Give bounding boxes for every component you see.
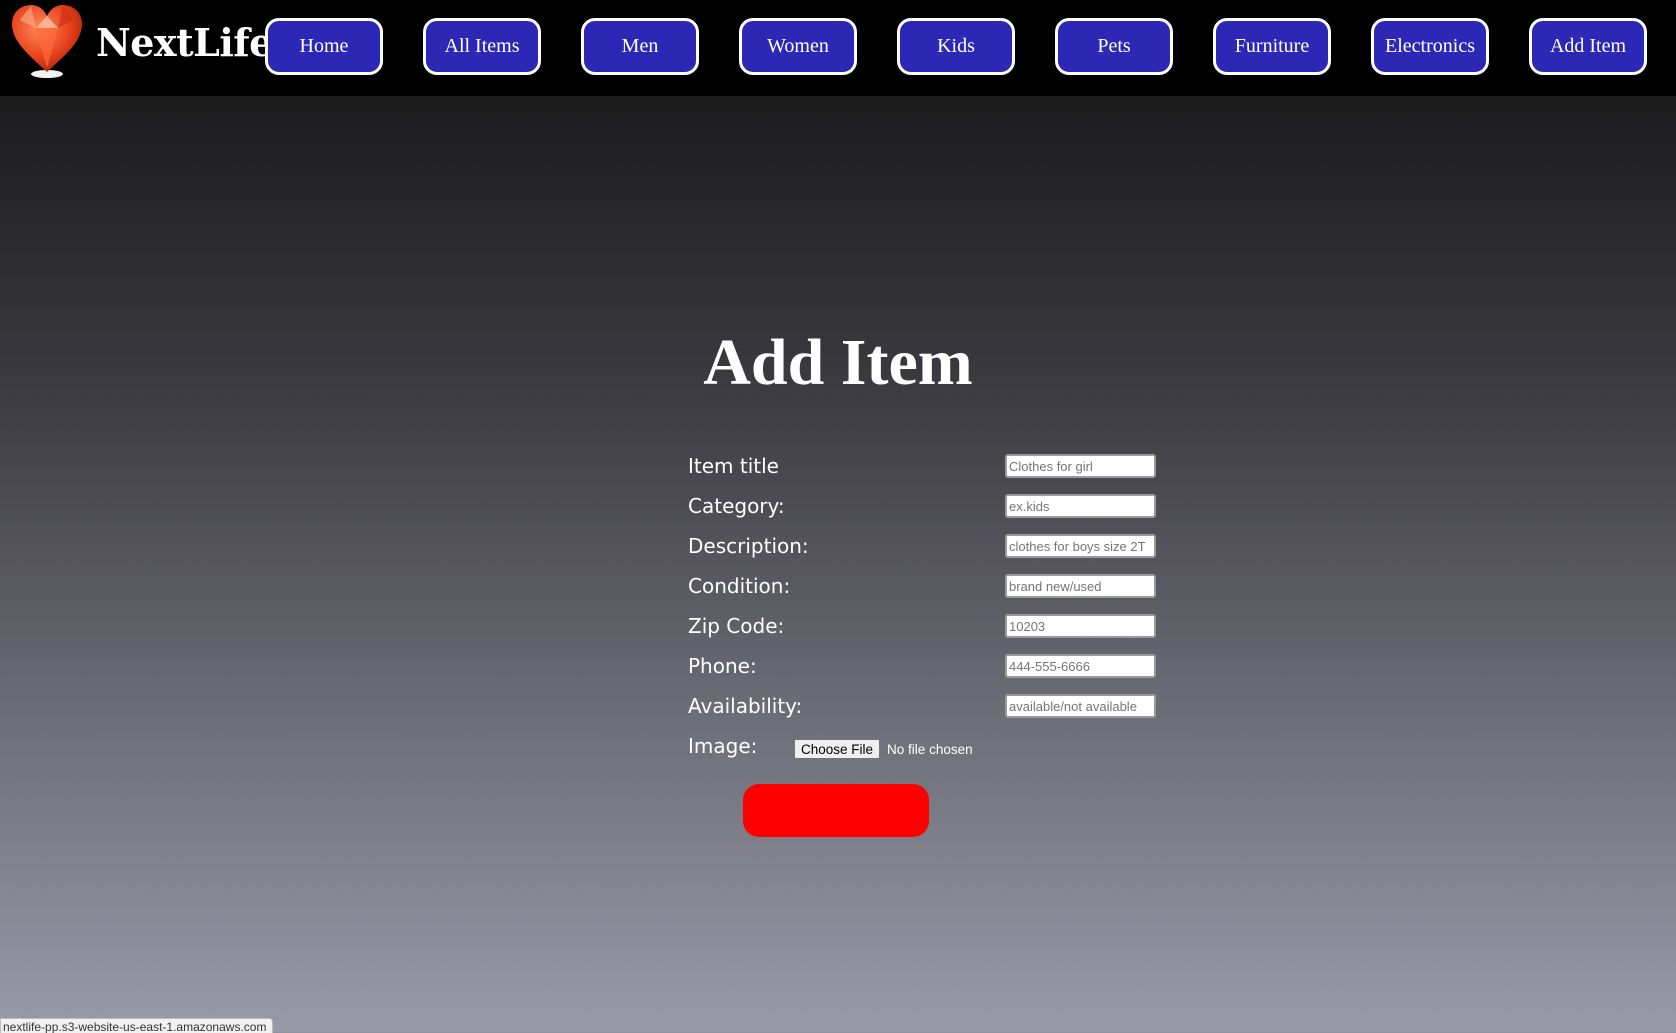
item-title-input[interactable] <box>1005 454 1156 478</box>
nav-add-item-button[interactable]: Add Item <box>1529 18 1647 75</box>
image-label: Image: <box>688 734 758 758</box>
file-status-text: No file chosen <box>887 741 973 757</box>
image-file-picker: Choose File No file chosen <box>794 739 973 759</box>
item-title-label: Item title <box>688 454 779 478</box>
browser-status-url: nextlife-pp.s3-website-us-east-1.amazona… <box>0 1018 274 1033</box>
condition-input[interactable] <box>1005 574 1156 598</box>
nav-home-button[interactable]: Home <box>265 18 383 75</box>
availability-input[interactable] <box>1005 694 1156 718</box>
nav-electronics-button[interactable]: Electronics <box>1371 18 1489 75</box>
nav-kids-button[interactable]: Kids <box>897 18 1015 75</box>
submit-item-button[interactable] <box>743 784 929 837</box>
phone-input[interactable] <box>1005 654 1156 678</box>
category-label: Category: <box>688 494 785 518</box>
brand-name[interactable]: NextLife <box>96 20 273 65</box>
nav-all-items-button[interactable]: All Items <box>423 18 541 75</box>
page-title: Add Item <box>703 326 973 399</box>
phone-label: Phone: <box>688 654 757 678</box>
nav-women-button[interactable]: Women <box>739 18 857 75</box>
availability-label: Availability: <box>688 694 803 718</box>
description-input[interactable] <box>1005 534 1156 558</box>
zip-code-label: Zip Code: <box>688 614 785 638</box>
category-input[interactable] <box>1005 494 1156 518</box>
nav-pets-button[interactable]: Pets <box>1055 18 1173 75</box>
condition-label: Condition: <box>688 574 791 598</box>
nav-furniture-button[interactable]: Furniture <box>1213 18 1331 75</box>
description-label: Description: <box>688 534 809 558</box>
zip-code-input[interactable] <box>1005 614 1156 638</box>
choose-file-button[interactable]: Choose File <box>794 739 881 759</box>
top-navigation-bar: NextLife Home All Items Men Women Kids P… <box>0 0 1676 96</box>
heart-gem-icon[interactable] <box>8 2 86 80</box>
nav-men-button[interactable]: Men <box>581 18 699 75</box>
